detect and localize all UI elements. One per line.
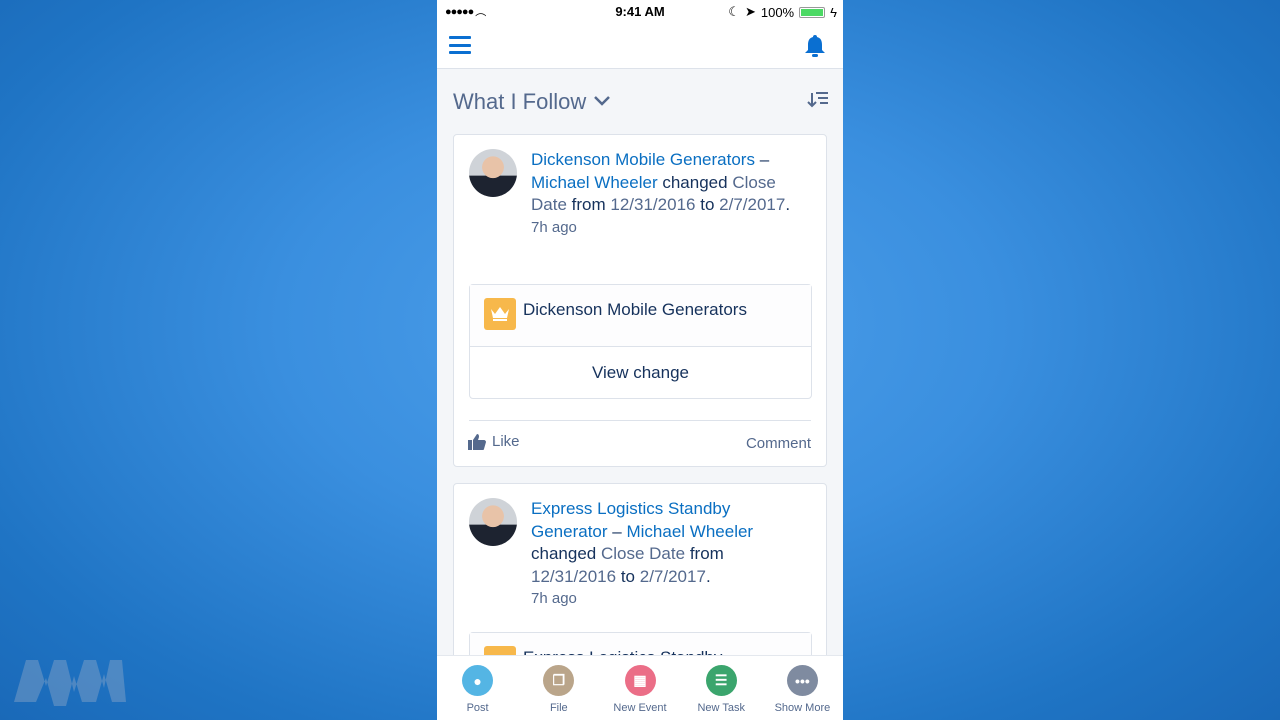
field-name: Close Date [600,544,686,564]
avatar[interactable] [469,498,517,546]
verb: changed [662,172,728,192]
record-header[interactable]: Dickenson Mobile Generators [470,285,811,347]
divider [469,420,811,421]
from-text: from [571,195,606,215]
tab-new-task[interactable]: ☰ New Task [681,656,762,720]
bell-icon[interactable] [804,34,826,58]
like-label: Like [492,433,520,450]
like-button[interactable]: Like [468,433,520,450]
tab-label: Show More [774,702,831,714]
watermark-logo [14,660,126,706]
user-link[interactable]: Michael Wheeler [531,173,658,192]
dash: – [759,150,770,169]
action-bar: ● Post ❐ File ▦ New Event ☰ New Task ••• Show… [437,655,843,720]
thumbs-up-icon [468,433,486,450]
chat-bubble-icon: ● [462,665,494,696]
tab-label: New Task [697,702,745,714]
feed-header: What I Follow [437,69,843,135]
record-name: Dickenson Mobile Generators [523,300,747,319]
feed-item: Dickenson Mobile Generators – Michael Wh… [453,134,827,467]
to-text: to [700,195,715,215]
new-value: 2/7/2017 [639,566,706,586]
feed-item-text: Express Logistics Standby Generator – Mi… [531,498,811,610]
charging-icon: ϟ [830,4,837,20]
tab-label: New Event [613,702,667,714]
user-link[interactable]: Michael Wheeler [626,522,753,541]
sort-icon[interactable] [807,91,829,109]
status-bar: ●●●●● ︵ 9:41 AM ☾ ➤ 100% ϟ [437,0,843,22]
record-preview: Dickenson Mobile Generators View change [469,284,812,399]
view-change-button[interactable]: View change [470,347,811,398]
comment-button[interactable]: Comment [746,435,811,452]
calendar-icon: ▦ [624,665,656,696]
dash: – [612,521,622,541]
feed-filter-title[interactable]: What I Follow [453,89,586,115]
tab-label: File [549,702,568,714]
to-text: to [620,566,636,586]
feed-item-text: Dickenson Mobile Generators – Michael Wh… [531,149,811,239]
chevron-down-icon[interactable] [593,95,611,107]
tab-file[interactable]: ❐ File [518,656,599,720]
tab-post[interactable]: ● Post [437,656,518,720]
task-list-icon: ☰ [705,665,737,696]
verb: changed [531,544,597,564]
old-value: 12/31/2016 [531,566,617,586]
battery-icon [799,6,826,18]
new-value: 2/7/2017 [719,195,786,215]
period: . [705,566,711,586]
timestamp: 7h ago [531,218,577,236]
from-text: from [689,544,724,564]
tab-new-event[interactable]: ▦ New Event [599,656,680,720]
period: . [785,195,791,215]
hamburger-icon[interactable] [449,36,471,54]
location-icon: ➤ [744,4,756,19]
record-link[interactable]: Dickenson Mobile Generators [531,150,755,169]
timestamp: 7h ago [531,590,577,608]
battery-percent: 100% [760,4,795,20]
crown-icon [484,298,516,330]
more-icon: ••• [786,665,818,696]
phone-screen: ●●●●● ︵ 9:41 AM ☾ ➤ 100% ϟ What I Follow Di… [437,0,843,720]
tab-show-more[interactable]: ••• Show More [762,656,843,720]
file-icon: ❐ [543,665,575,696]
top-nav [437,22,843,69]
tab-label: Post [466,702,489,714]
moon-icon: ☾ [728,4,740,19]
old-value: 12/31/2016 [610,195,696,215]
avatar[interactable] [469,149,517,197]
